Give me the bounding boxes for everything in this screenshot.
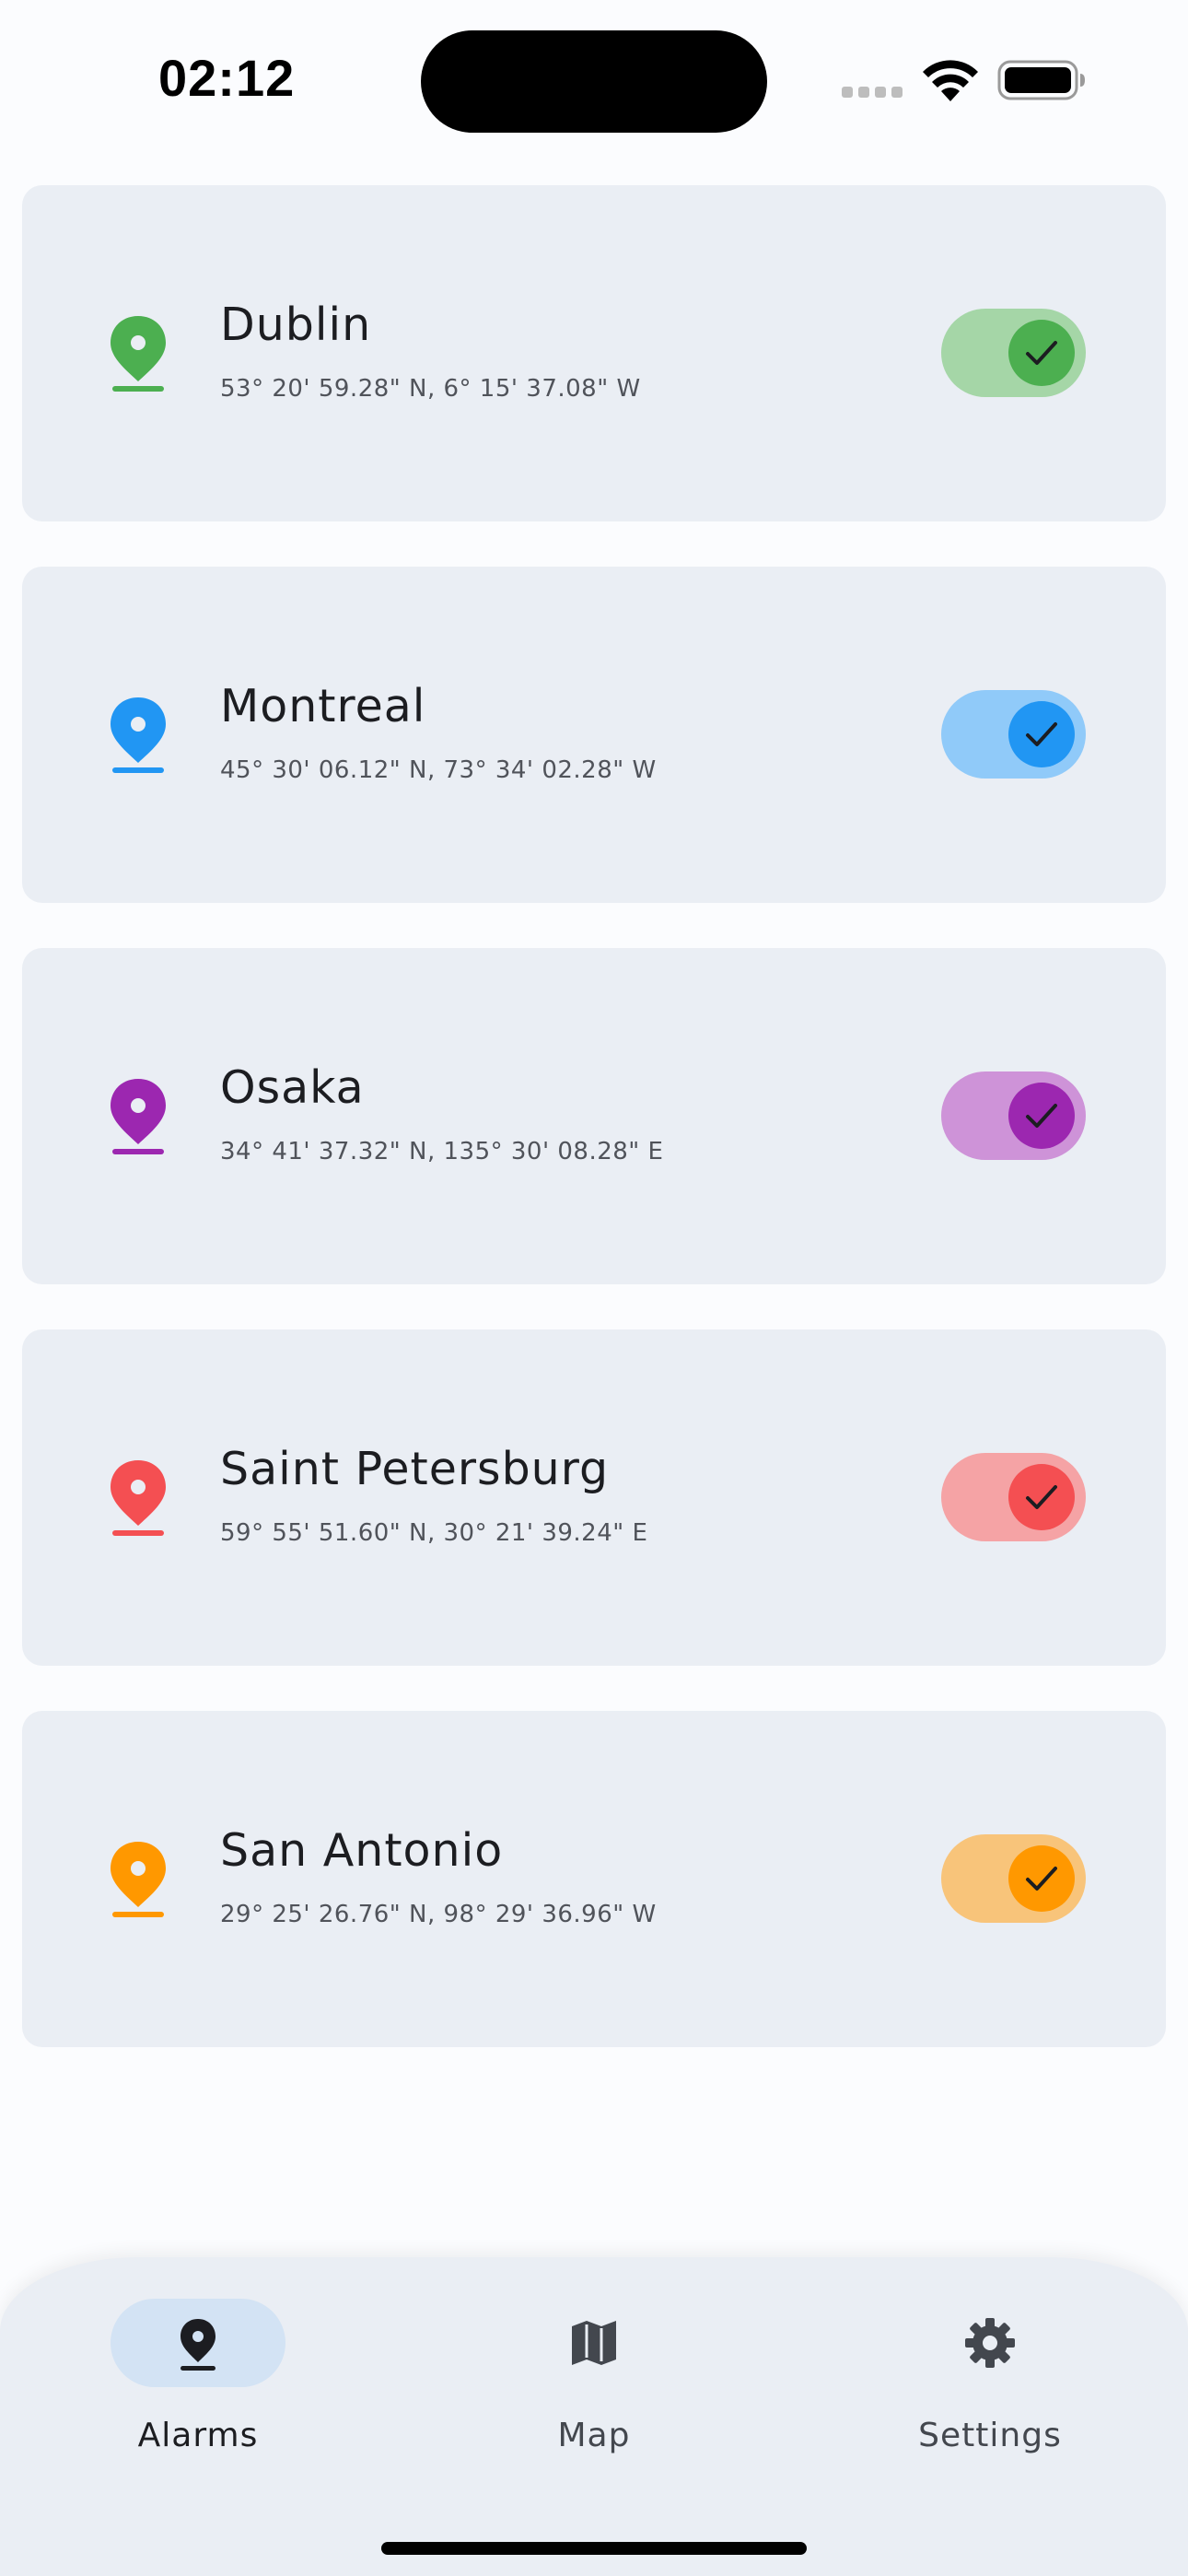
check-icon: [1026, 1104, 1057, 1128]
nav-item-settings[interactable]: Settings: [833, 2299, 1110, 2465]
alarm-toggle[interactable]: [941, 1071, 1086, 1160]
gear-icon: [965, 2318, 1015, 2368]
alarm-toggle[interactable]: [941, 309, 1086, 397]
alarm-name: San Antonio: [220, 1824, 504, 1877]
check-icon: [1026, 341, 1057, 365]
alarm-card[interactable]: Saint Petersburg 59° 55' 51.60" N, 30° 2…: [22, 1329, 1166, 1666]
cellular-signal-icon: [842, 87, 904, 98]
alarm-card[interactable]: San Antonio 29° 25' 26.76" N, 98° 29' 36…: [22, 1711, 1166, 2047]
toggle-knob: [1008, 1464, 1075, 1530]
alarm-toggle[interactable]: [941, 690, 1086, 779]
alarm-coordinates: 45° 30' 06.12" N, 73° 34' 02.28" W: [220, 756, 657, 784]
alarm-toggle[interactable]: [941, 1834, 1086, 1923]
alarm-name: Osaka: [220, 1061, 365, 1114]
location-pin-icon: [111, 697, 166, 773]
nav-label-settings: Settings: [918, 2417, 1062, 2454]
toggle-knob: [1008, 1845, 1075, 1912]
toggle-knob: [1008, 320, 1075, 386]
alarm-name: Dublin: [220, 299, 372, 351]
status-time: 02:12: [158, 49, 296, 107]
home-indicator[interactable]: [381, 2542, 807, 2555]
alarm-name: Montreal: [220, 680, 426, 732]
wifi-icon: [923, 60, 978, 101]
alarm-card[interactable]: Osaka 34° 41' 37.32" N, 135° 30' 08.28" …: [22, 948, 1166, 1284]
nav-item-map[interactable]: Map: [437, 2299, 714, 2465]
nav-item-alarms[interactable]: Alarms: [41, 2299, 318, 2465]
alarm-coordinates: 34° 41' 37.32" N, 135° 30' 08.28" E: [220, 1138, 664, 1165]
alarm-toggle[interactable]: [941, 1453, 1086, 1541]
location-pin-icon: [181, 2319, 215, 2371]
location-pin-icon: [111, 1079, 166, 1154]
map-icon: [572, 2321, 616, 2365]
alarm-card[interactable]: Montreal 45° 30' 06.12" N, 73° 34' 02.28…: [22, 567, 1166, 903]
battery-icon: [997, 60, 1085, 100]
check-icon: [1026, 1485, 1057, 1509]
nav-label-map: Map: [557, 2417, 631, 2454]
toggle-knob: [1008, 1083, 1075, 1149]
alarm-list: Dublin 53° 20' 59.28" N, 6° 15' 37.08" W…: [22, 185, 1166, 2092]
check-icon: [1026, 722, 1057, 746]
check-icon: [1026, 1867, 1057, 1891]
alarm-name: Saint Petersburg: [220, 1443, 610, 1495]
toggle-knob: [1008, 701, 1075, 767]
alarm-coordinates: 29° 25' 26.76" N, 98° 29' 36.96" W: [220, 1901, 657, 1928]
status-bar: 02:12: [0, 0, 1188, 157]
alarm-coordinates: 59° 55' 51.60" N, 30° 21' 39.24" E: [220, 1519, 648, 1547]
location-pin-icon: [111, 1460, 166, 1536]
location-pin-icon: [111, 1842, 166, 1917]
bottom-navigation-bar: Alarms Map Settings: [0, 2257, 1188, 2576]
dynamic-island: [421, 30, 767, 133]
alarm-coordinates: 53° 20' 59.28" N, 6° 15' 37.08" W: [220, 375, 641, 403]
alarm-card[interactable]: Dublin 53° 20' 59.28" N, 6° 15' 37.08" W: [22, 185, 1166, 521]
location-pin-icon: [111, 316, 166, 392]
nav-label-alarms: Alarms: [137, 2417, 259, 2454]
